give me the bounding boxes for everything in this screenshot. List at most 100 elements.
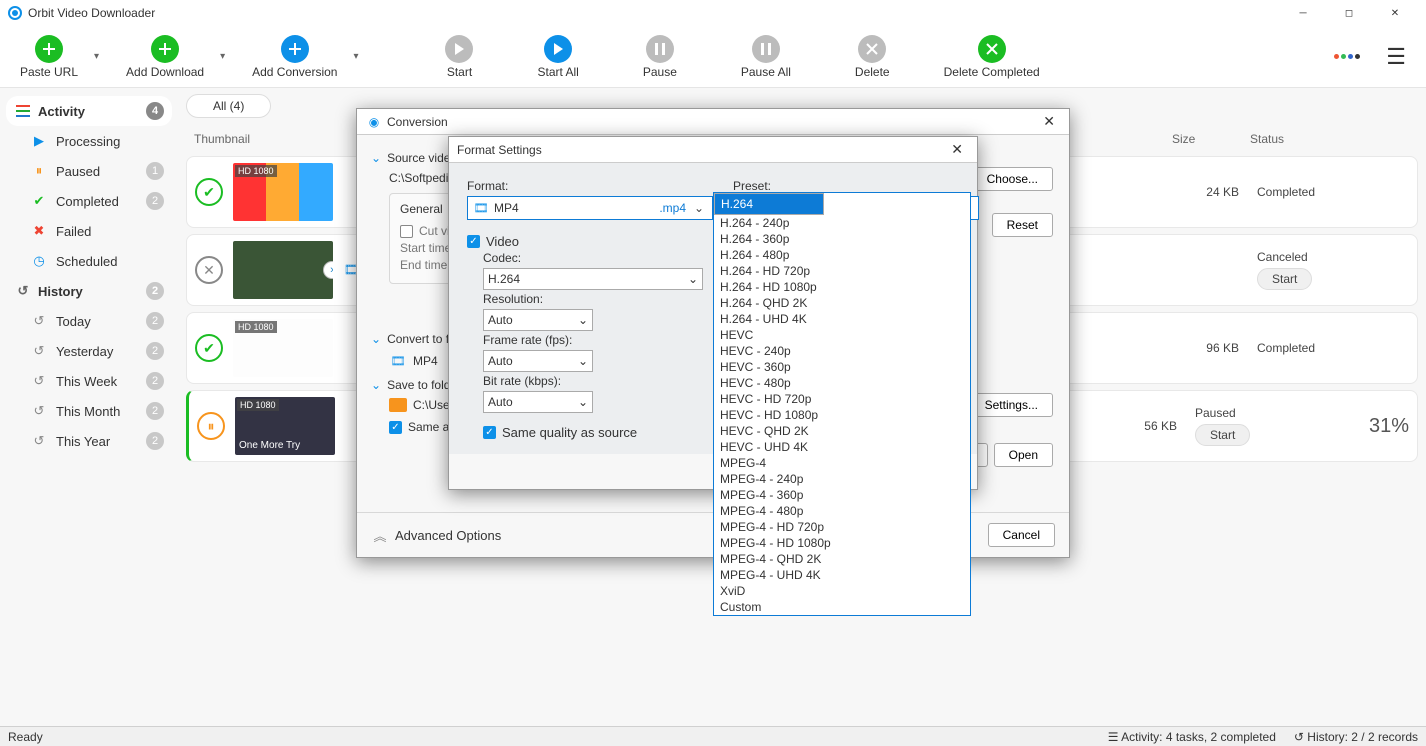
chevron-down-icon: ⌄ [371, 378, 381, 392]
pause-button[interactable]: Pause [635, 33, 685, 81]
start-button[interactable]: Start [437, 33, 481, 81]
preset-option[interactable]: MPEG-4 [714, 455, 970, 471]
close-button[interactable]: ✕ [945, 141, 969, 158]
start-button[interactable]: Start [1257, 268, 1312, 290]
sidebar-history[interactable]: ↺ History 2 [6, 276, 172, 306]
open-button[interactable]: Open [994, 443, 1053, 467]
preset-option[interactable]: HEVC - HD 1080p [714, 407, 970, 423]
check-icon: ✔ [30, 192, 48, 210]
advanced-options[interactable]: Advanced Options [395, 528, 501, 543]
add-download-button[interactable]: Add Download [118, 33, 212, 81]
resolution-select[interactable]: Auto⌄ [483, 309, 593, 331]
chevron-down-icon: ⌄ [578, 313, 588, 327]
preset-dropdown-list[interactable]: H.264H.264 - 240pH.264 - 360pH.264 - 480… [713, 192, 971, 616]
sidebar-week[interactable]: ↺This Week2 [6, 366, 172, 396]
add-conversion-dropdown[interactable]: ▾ [353, 51, 363, 62]
reset-button[interactable]: Reset [992, 213, 1053, 237]
sidebar-failed[interactable]: ✖Failed [6, 216, 172, 246]
start-all-button[interactable]: Start All [529, 33, 586, 81]
sidebar-processing[interactable]: ▶Processing [6, 126, 172, 156]
preset-option[interactable]: HEVC - HD 720p [714, 391, 970, 407]
x-icon: ✕ [195, 256, 223, 284]
delete-completed-button[interactable]: Delete Completed [936, 33, 1048, 81]
pause-icon: ⏸ [30, 162, 48, 180]
preset-option[interactable]: MPEG-4 - 480p [714, 503, 970, 519]
sidebar-today[interactable]: ↺Today2 [6, 306, 172, 336]
list-icon [14, 102, 32, 120]
preset-label: Preset: [733, 179, 979, 193]
x-icon [978, 35, 1006, 63]
preset-option[interactable]: MPEG-4 - 240p [714, 471, 970, 487]
delete-button[interactable]: Delete [847, 33, 898, 81]
scope-all-button[interactable]: All (4) [186, 94, 271, 118]
format-label: Format: [467, 179, 713, 193]
play-icon: ▶ [30, 132, 48, 150]
preset-option[interactable]: H.264 - HD 720p [714, 263, 970, 279]
play-icon [544, 35, 572, 63]
dialog-title-bar[interactable]: ◉ Conversion ✕ [357, 109, 1069, 135]
close-button[interactable]: ✕ [1372, 0, 1418, 26]
plus-icon [35, 35, 63, 63]
sidebar-scheduled[interactable]: ◷Scheduled [6, 246, 172, 276]
cancel-button[interactable]: Cancel [988, 523, 1055, 547]
check-icon: ✔ [195, 178, 223, 206]
preset-option[interactable]: HEVC - 240p [714, 343, 970, 359]
preset-option[interactable]: Custom [714, 599, 970, 615]
add-conversion-button[interactable]: Add Conversion [244, 33, 345, 81]
preset-option[interactable]: H.264 - 360p [714, 231, 970, 247]
preset-option[interactable]: MPEG-4 - UHD 4K [714, 567, 970, 583]
preset-option[interactable]: HEVC [714, 327, 970, 343]
size: 96 KB [1179, 341, 1239, 355]
history-icon: ↺ [14, 282, 32, 300]
paste-url-dropdown[interactable]: ▾ [94, 51, 104, 62]
preset-option[interactable]: XviD [714, 583, 970, 599]
pause-all-button[interactable]: Pause All [733, 33, 799, 81]
status-history: ↺ History: 2 / 2 records [1294, 730, 1418, 744]
preset-option[interactable]: H.264 - UHD 4K [714, 311, 970, 327]
folder-icon [389, 398, 407, 412]
preset-option[interactable]: H.264 - 240p [714, 215, 970, 231]
chevron-up-icon[interactable]: ︽ [371, 526, 389, 544]
settings-button[interactable]: Settings... [970, 393, 1053, 417]
preset-option[interactable]: HEVC - QHD 2K [714, 423, 970, 439]
bitrate-select[interactable]: Auto⌄ [483, 391, 593, 413]
history-icon: ↺ [30, 372, 48, 390]
badge: 2 [146, 372, 164, 390]
codec-select[interactable]: H.264⌄ [483, 268, 703, 290]
chevron-right-icon[interactable]: › [323, 261, 333, 279]
preset-option[interactable]: H.264 [714, 193, 824, 215]
preset-option[interactable]: MPEG-4 - HD 720p [714, 519, 970, 535]
minimize-button[interactable]: ─ [1280, 0, 1326, 26]
sidebar-activity[interactable]: Activity 4 [6, 96, 172, 126]
close-button[interactable]: ✕ [1037, 113, 1061, 130]
history-icon: ↺ [30, 432, 48, 450]
badge: 1 [146, 162, 164, 180]
preset-option[interactable]: MPEG-4 - 360p [714, 487, 970, 503]
choose-button[interactable]: Choose... [972, 167, 1053, 191]
fps-select[interactable]: Auto⌄ [483, 350, 593, 372]
sidebar-paused[interactable]: ⏸Paused1 [6, 156, 172, 186]
status-ready: Ready [8, 730, 43, 744]
preset-option[interactable]: HEVC - UHD 4K [714, 439, 970, 455]
format-select[interactable]: 🎞 MP4 .mp4 ⌄ [467, 196, 713, 220]
menu-button[interactable]: ☰ [1378, 44, 1414, 70]
sidebar-month[interactable]: ↺This Month2 [6, 396, 172, 426]
maximize-button[interactable]: ◻ [1326, 0, 1372, 26]
dialog-title-bar[interactable]: Format Settings ✕ [449, 137, 977, 163]
preset-option[interactable]: H.264 - HD 1080p [714, 279, 970, 295]
preset-option[interactable]: H.264 - QHD 2K [714, 295, 970, 311]
preset-option[interactable]: HEVC - 480p [714, 375, 970, 391]
preset-option[interactable]: H.264 - 480p [714, 247, 970, 263]
paste-url-button[interactable]: Paste URL [12, 33, 86, 81]
preset-option[interactable]: HEVC - 360p [714, 359, 970, 375]
preset-option[interactable]: MPEG-4 - HD 1080p [714, 535, 970, 551]
start-button[interactable]: Start [1195, 424, 1250, 446]
checkbox-icon: ✓ [389, 421, 402, 434]
checkbox-icon: ✓ [483, 426, 496, 439]
sidebar-completed[interactable]: ✔Completed2 [6, 186, 172, 216]
sidebar-year[interactable]: ↺This Year2 [6, 426, 172, 456]
sidebar-yesterday[interactable]: ↺Yesterday2 [6, 336, 172, 366]
preset-option[interactable]: MPEG-4 - QHD 2K [714, 551, 970, 567]
add-download-dropdown[interactable]: ▾ [220, 51, 230, 62]
clock-icon: ◷ [30, 252, 48, 270]
